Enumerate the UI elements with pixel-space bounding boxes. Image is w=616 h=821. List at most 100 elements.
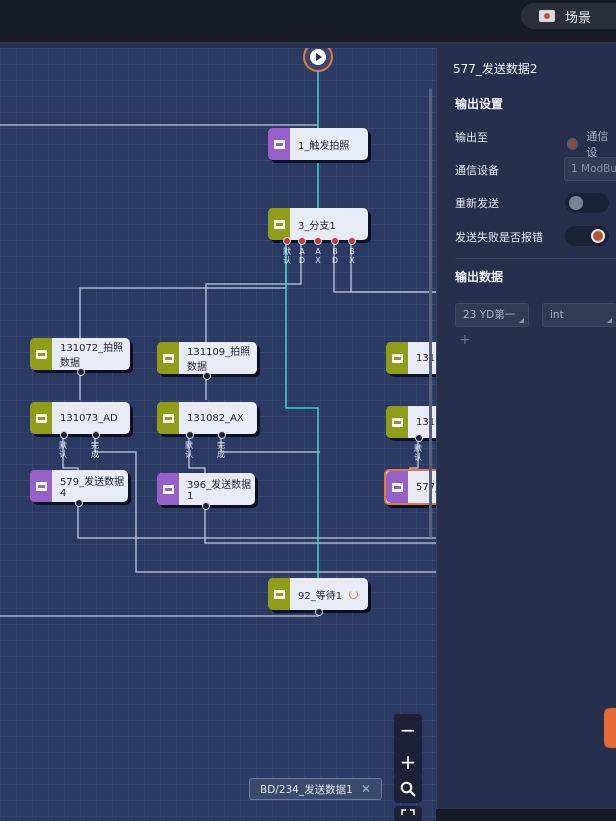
flow-node[interactable]: 1_触发拍照 xyxy=(268,128,368,160)
flow-node[interactable]: 131109_拍照数据 xyxy=(157,342,257,374)
camera-data-icon xyxy=(386,342,408,374)
output-to-option: 通信设 xyxy=(586,130,609,159)
wire-ad-complete xyxy=(94,436,436,573)
top-bar: 场景 xyxy=(0,0,616,43)
error-label: 发送失败是否报错 xyxy=(455,231,543,244)
camera-data-icon xyxy=(386,406,408,438)
properties-panel: 577_发送数据2 输出设置 输出至 通信设 通信设备 1 ModBu 重新发送… xyxy=(429,48,616,809)
node-port[interactable] xyxy=(186,431,194,439)
port-label: 默认 xyxy=(59,441,67,459)
wire-default-out xyxy=(79,244,287,344)
status-strip xyxy=(436,809,616,821)
zoom-controls: − + xyxy=(394,714,422,778)
data-type-value: int xyxy=(550,309,564,321)
camera-data-icon xyxy=(30,402,52,434)
flow-node[interactable]: 396_发送数据1 xyxy=(157,473,255,505)
search-tag[interactable]: BD/234_发送数据1 ✕ xyxy=(249,778,382,800)
branch-port[interactable] xyxy=(314,237,322,245)
flow-canvas[interactable]: 1_触发拍照 3_分支1 默认 AD AX BD BX 131072_拍照数据 … xyxy=(0,48,436,821)
node-port[interactable] xyxy=(77,368,85,376)
branch-port[interactable] xyxy=(283,237,291,245)
node-label: 1310 xyxy=(416,416,436,428)
scene-button[interactable]: 场景 xyxy=(521,3,616,29)
resize-icon xyxy=(519,318,524,323)
node-label: 579_发送数据4 xyxy=(60,477,125,499)
node-label: 577_ xyxy=(416,481,436,493)
trigger-icon xyxy=(268,128,290,160)
port-label: AX xyxy=(315,247,321,265)
radio-icon xyxy=(567,138,579,150)
search-icon xyxy=(400,781,416,797)
search-node-button[interactable] xyxy=(394,775,422,803)
error-toggle[interactable] xyxy=(565,226,609,246)
wire-579-out xyxy=(77,502,436,539)
flow-node[interactable]: 131082_AX xyxy=(157,402,257,434)
resend-toggle[interactable] xyxy=(565,193,609,213)
port-label: BD xyxy=(331,247,339,265)
node-port[interactable] xyxy=(218,431,226,439)
panel-scrollbar[interactable] xyxy=(429,88,432,538)
data-name-value: 23 YD第一 xyxy=(463,309,516,321)
node-port[interactable] xyxy=(415,434,423,442)
camera-icon xyxy=(539,10,555,22)
node-port[interactable] xyxy=(315,608,323,616)
node-port[interactable] xyxy=(60,431,68,439)
node-label: 131072_拍照数据 xyxy=(60,343,124,369)
branch-port[interactable] xyxy=(298,237,306,245)
node-port[interactable] xyxy=(75,499,83,507)
camera-data-icon xyxy=(157,342,179,374)
port-label: AD xyxy=(298,247,306,265)
camera-data-icon xyxy=(157,402,179,434)
section-output-data: 输出数据 xyxy=(455,270,504,284)
resend-label: 重新发送 xyxy=(455,197,499,210)
node-port[interactable] xyxy=(92,431,100,439)
camera-data-icon xyxy=(30,338,52,370)
flow-node[interactable]: 3_分支1 xyxy=(268,208,368,240)
brand-logo-icon xyxy=(604,708,616,748)
branch-port[interactable] xyxy=(331,237,339,245)
zoom-in-icon[interactable]: + xyxy=(400,750,417,774)
fit-view-icon xyxy=(401,808,415,815)
node-label: 131 xyxy=(416,352,436,364)
flow-node[interactable]: 131073_AD xyxy=(30,402,130,434)
output-to-label: 输出至 xyxy=(455,131,488,144)
wire-396-out xyxy=(204,503,436,544)
flow-node[interactable]: 579_发送数据4 xyxy=(30,470,128,502)
loading-icon xyxy=(349,589,358,599)
close-icon[interactable]: ✕ xyxy=(361,782,371,796)
send-data-icon xyxy=(386,471,408,503)
branch-port[interactable] xyxy=(348,237,356,245)
section-output-settings: 输出设置 xyxy=(455,97,504,111)
toggle-knob xyxy=(591,229,605,243)
wait-icon xyxy=(268,578,290,610)
flow-node[interactable]: 92_等待1 xyxy=(268,578,368,610)
port-label: 默认 xyxy=(414,444,422,462)
port-label: 默认 xyxy=(185,441,193,459)
node-label: 3_分支1 xyxy=(298,220,336,232)
play-icon xyxy=(310,49,326,65)
search-tag-label: BD/234_发送数据1 xyxy=(260,783,353,796)
node-label: 396_发送数据1 xyxy=(187,480,252,502)
scene-label: 场景 xyxy=(565,10,592,26)
zoom-out-icon[interactable]: − xyxy=(400,718,417,742)
port-label: 完成 xyxy=(217,441,225,459)
node-port[interactable] xyxy=(203,372,211,380)
node-port[interactable] xyxy=(202,502,210,510)
add-row-icon[interactable]: + xyxy=(459,332,471,348)
node-label: 92_等待1 xyxy=(298,590,343,602)
fit-view-button[interactable] xyxy=(394,806,422,821)
wire-ax-complete xyxy=(220,436,320,453)
toggle-knob xyxy=(569,196,583,210)
data-type-field[interactable]: int xyxy=(542,303,616,327)
data-name-field[interactable]: 23 YD第一 xyxy=(455,303,529,327)
port-label: BX xyxy=(349,247,355,265)
node-label: 131109_拍照数据 xyxy=(187,347,251,373)
branch-icon xyxy=(268,208,290,240)
panel-title: 577_发送数据2 xyxy=(453,62,538,76)
node-label: 131082_AX xyxy=(187,412,244,424)
port-label: 默认 xyxy=(283,247,291,265)
device-label: 通信设备 xyxy=(455,164,499,177)
output-to-radio[interactable]: 通信设 xyxy=(567,128,616,160)
device-select[interactable]: 1 ModBu xyxy=(564,157,616,181)
flow-node[interactable]: 131072_拍照数据 xyxy=(30,338,130,370)
